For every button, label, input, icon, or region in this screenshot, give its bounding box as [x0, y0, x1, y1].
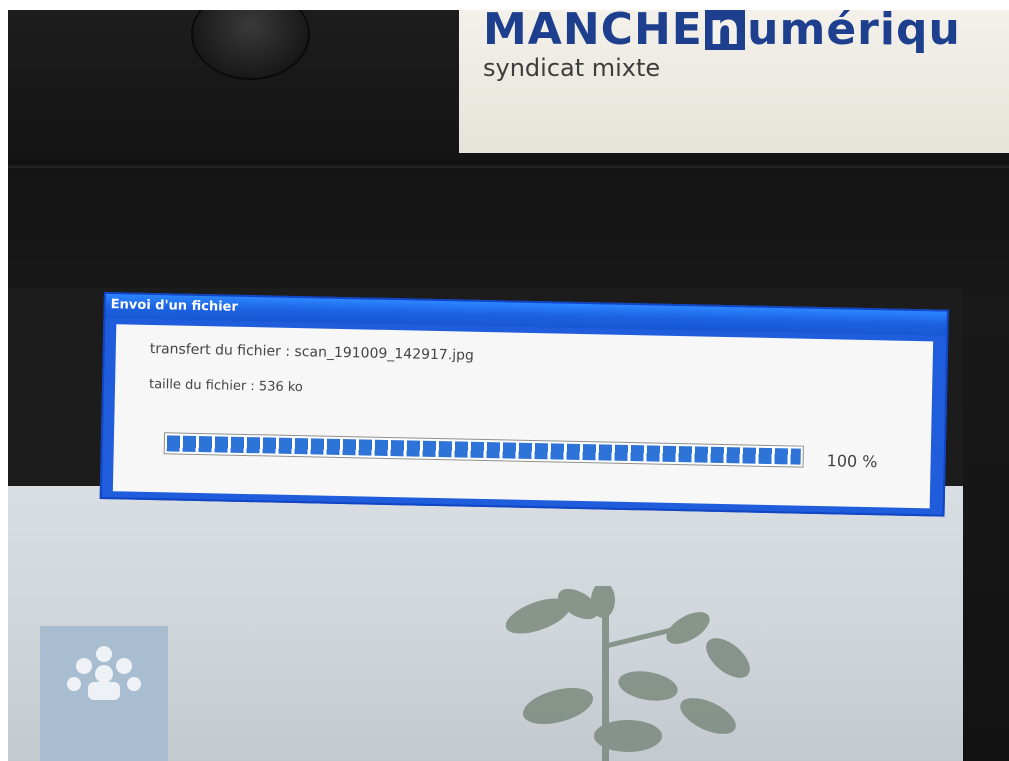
desktop-background: [8, 486, 963, 761]
family-emblem-icon: [67, 646, 141, 700]
transfer-filename-label: transfert du fichier : scan_191009_14291…: [149, 340, 475, 364]
progress-percent-label: 100 %: [826, 451, 878, 472]
caf-logo-text: [46, 714, 162, 754]
dialog-body: transfert du fichier : scan_191009_14291…: [112, 324, 934, 509]
housing-seam: [8, 162, 1009, 168]
brand-n-box: n: [704, 10, 746, 52]
dialog-title: Envoi d'un fichier: [110, 297, 238, 315]
caf-logo: [40, 626, 168, 761]
brand-name-left: MANCHE: [483, 10, 703, 55]
brand-subtitle: syndicat mixte: [483, 54, 661, 82]
file-size-label: taille du fichier : 536 ko: [148, 376, 303, 396]
brand-sticker: MANCHE n umériqu syndicat mixte: [459, 10, 1009, 153]
progress-bar-fill: [166, 435, 801, 465]
brand-name-right: umériqu: [747, 10, 961, 55]
progress-bar: [163, 432, 804, 468]
housing-knob: [193, 10, 308, 78]
plant-illustration: [505, 586, 750, 761]
file-upload-dialog: Envoi d'un fichier transfert du fichier …: [99, 292, 949, 517]
brand-logo-text: MANCHE n umériqu: [483, 10, 961, 55]
